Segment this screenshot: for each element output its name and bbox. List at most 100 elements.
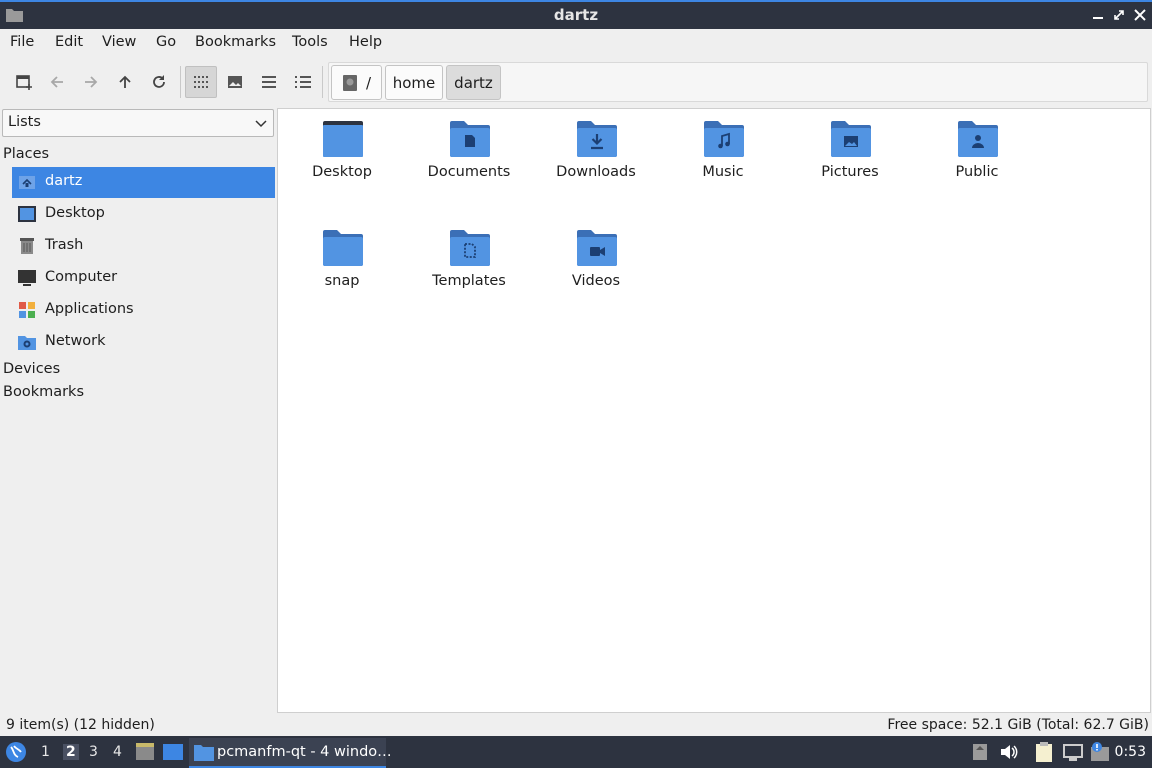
update-notifier-icon[interactable] [1089, 741, 1111, 763]
bookmarks-heading[interactable]: Bookmarks [3, 384, 84, 400]
sidebar-item-applications[interactable]: Applications [12, 295, 275, 326]
computer-icon [18, 270, 36, 286]
drive-icon [342, 74, 357, 91]
file-item-music[interactable]: Music [663, 111, 783, 201]
places-heading[interactable]: Places [3, 146, 49, 162]
minimize-icon [1093, 17, 1103, 19]
desktop-folder-icon [323, 121, 363, 157]
workspace-1[interactable]: 1 [41, 744, 50, 760]
taskbar-task-pcmanfm[interactable]: pcmanfm-qt - 4 windo… [189, 738, 392, 768]
toolbar-separator [322, 66, 323, 98]
chevron-down-icon [255, 120, 267, 128]
file-item-videos[interactable]: Videos [536, 220, 656, 310]
breadcrumb-root[interactable]: / [331, 65, 382, 100]
new-tab-icon [16, 75, 32, 90]
menu-tools[interactable]: Tools [292, 34, 328, 50]
music-folder-icon [704, 121, 744, 157]
applications-icon [19, 302, 35, 318]
file-name: Videos [571, 273, 621, 289]
folder-icon [323, 230, 363, 266]
reload-button[interactable] [143, 66, 175, 98]
sidebar-item-computer[interactable]: Computer [12, 263, 275, 294]
breadcrumb-dartz[interactable]: dartz [446, 65, 501, 100]
sidebar-item-label: Network [45, 333, 106, 349]
thumbnail-view-button[interactable] [219, 66, 251, 98]
sidebar-item-desktop[interactable]: Desktop [12, 199, 275, 230]
sidebar-item-label: Computer [45, 269, 118, 285]
storage-tray-icon[interactable] [972, 743, 988, 761]
devices-heading[interactable]: Devices [3, 361, 60, 377]
window-title: dartz [553, 6, 599, 24]
arrow-right-icon [85, 76, 98, 88]
title-bar: dartz [0, 0, 1152, 29]
show-desktop-icon[interactable] [162, 742, 184, 762]
breadcrumb-root-label: / [365, 73, 372, 92]
workspace-2[interactable]: 2 [63, 744, 79, 760]
menu-view[interactable]: View [102, 34, 136, 50]
sidebar-item-dartz[interactable]: dartz [12, 167, 275, 198]
videos-folder-icon [577, 230, 617, 266]
breadcrumb-home[interactable]: home [385, 65, 443, 100]
file-name: Music [702, 164, 744, 180]
list-view-icon [262, 76, 276, 88]
toolbar-separator [180, 66, 181, 98]
file-item-desktop[interactable]: Desktop [282, 111, 402, 201]
menu-help[interactable]: Help [349, 34, 382, 50]
sidebar-item-label: Applications [45, 301, 134, 317]
file-manager-launcher-icon[interactable] [135, 742, 155, 762]
close-icon [1134, 9, 1146, 21]
maximize-button[interactable] [1110, 6, 1128, 24]
file-item-public[interactable]: Public [917, 111, 1037, 201]
toolbar: / home dartz [0, 58, 1152, 106]
detailed-view-button[interactable] [287, 66, 319, 98]
file-item-pictures[interactable]: Pictures [790, 111, 910, 201]
network-icon [18, 336, 36, 350]
menu-bookmarks[interactable]: Bookmarks [195, 34, 276, 50]
sidebar-item-network[interactable]: Network [12, 327, 275, 358]
volume-icon[interactable] [999, 743, 1019, 761]
image-view-icon [228, 76, 242, 88]
sidebar-item-label: dartz [45, 173, 83, 189]
minimize-button[interactable] [1089, 6, 1107, 24]
breadcrumb: / home dartz [328, 62, 1148, 102]
menu-file[interactable]: File [10, 34, 34, 50]
menu-bar: File Edit View Go Bookmarks Tools Help [0, 29, 1152, 58]
icon-view-button[interactable] [185, 66, 217, 98]
file-name: Documents [427, 164, 511, 180]
file-item-downloads[interactable]: Downloads [536, 111, 656, 201]
compact-view-button[interactable] [253, 66, 285, 98]
pictures-folder-icon [831, 121, 871, 157]
file-item-templates[interactable]: Templates [409, 220, 529, 310]
clipboard-icon[interactable] [1034, 741, 1054, 763]
arrow-left-icon [50, 76, 63, 88]
up-button[interactable] [109, 66, 141, 98]
file-item-snap[interactable]: snap [282, 220, 402, 310]
workspace-3[interactable]: 3 [89, 744, 98, 760]
lubuntu-menu-icon[interactable] [5, 741, 27, 763]
downloads-folder-icon [577, 121, 617, 157]
sidebar-item-label: Trash [45, 237, 84, 253]
workspace-4[interactable]: 4 [113, 744, 122, 760]
taskbar: 1 2 3 4 pcmanfm-qt - 4 windo… 0:53 [0, 736, 1152, 768]
documents-folder-icon [450, 121, 490, 157]
home-icon [19, 176, 35, 189]
detail-list-icon [295, 76, 311, 88]
clock[interactable]: 0:53 [1115, 744, 1146, 760]
back-button[interactable] [41, 66, 73, 98]
grid-view-icon [194, 76, 208, 88]
menu-edit[interactable]: Edit [55, 34, 83, 50]
breadcrumb-dartz-label: dartz [454, 73, 493, 92]
close-button[interactable] [1131, 6, 1149, 24]
side-pane-mode-select[interactable]: Lists [2, 109, 274, 137]
file-name: Downloads [556, 164, 636, 180]
item-count: 9 item(s) (12 hidden) [6, 717, 155, 733]
network-tray-icon[interactable] [1062, 742, 1084, 762]
sidebar-item-trash[interactable]: Trash [12, 231, 275, 262]
menu-go[interactable]: Go [156, 34, 176, 50]
file-name: snap [324, 273, 360, 289]
forward-button[interactable] [75, 66, 107, 98]
new-tab-button[interactable] [8, 66, 40, 98]
file-name: Public [955, 164, 999, 180]
file-item-documents[interactable]: Documents [409, 111, 529, 201]
file-view[interactable]: Desktop Documents Downloads Music Pictur… [277, 108, 1151, 713]
